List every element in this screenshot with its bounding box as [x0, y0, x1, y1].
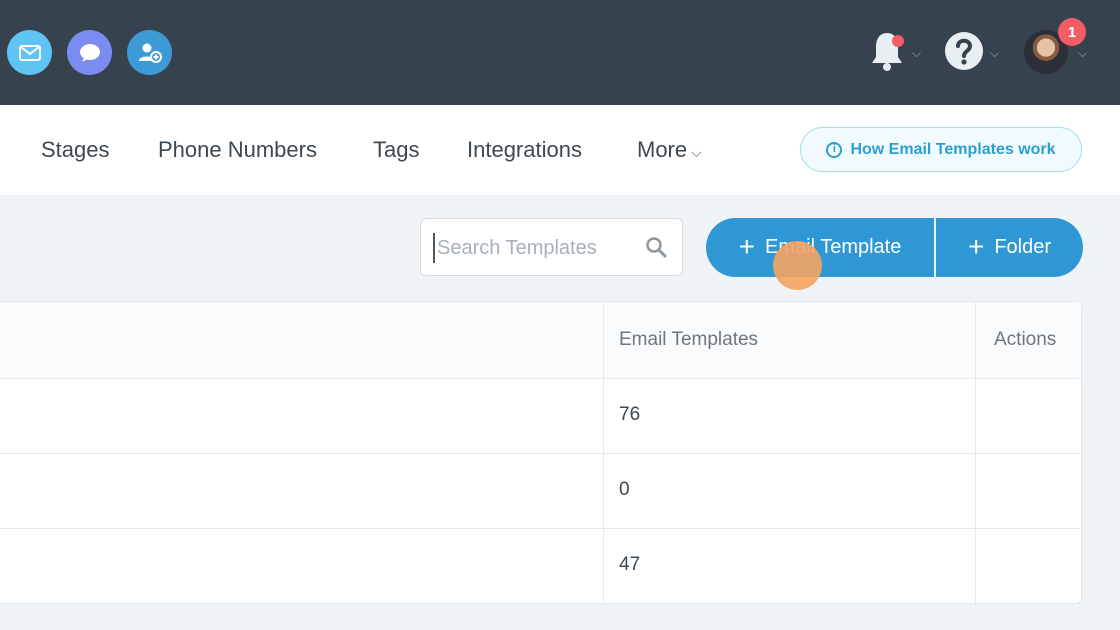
add-folder-button[interactable]: + Folder [936, 218, 1083, 277]
info-icon: i [826, 141, 843, 158]
nav-item-integrations[interactable]: Integrations [467, 137, 582, 163]
add-folder-label: Folder [994, 236, 1052, 258]
chevron-down-icon[interactable]: ⌵ [912, 46, 921, 61]
search-icon[interactable] [645, 236, 667, 258]
column-divider [603, 302, 604, 603]
chevron-down-icon[interactable]: ⌵ [1078, 46, 1087, 61]
nav-item-more-label: More [637, 137, 688, 162]
plus-icon: + [967, 230, 985, 262]
column-header-email-templates[interactable]: Email Templates [619, 329, 758, 351]
chevron-down-icon: ⌵ [691, 144, 702, 160]
email-templates-count: 0 [619, 479, 630, 500]
search-input[interactable] [433, 233, 639, 263]
avatar-badge: 1 [1058, 18, 1086, 46]
nav-item-more[interactable]: More ⌵ [637, 137, 702, 163]
table-row[interactable]: 47 [0, 528, 1081, 604]
nav-item-stages[interactable]: Stages [41, 137, 110, 163]
user-plus-icon[interactable] [127, 30, 172, 75]
column-header-actions: Actions [994, 329, 1057, 350]
notification-dot [892, 35, 904, 47]
chat-icon[interactable] [67, 30, 112, 75]
table-header: Email Templates Actions [0, 302, 1081, 379]
email-templates-count: 76 [619, 404, 641, 425]
nav-item-phone-numbers[interactable]: Phone Numbers [158, 137, 317, 163]
nav-item-tags[interactable]: Tags [373, 137, 419, 163]
email-templates-count: 47 [619, 554, 641, 575]
email-icon[interactable] [7, 30, 52, 75]
column-divider [975, 302, 976, 603]
how-templates-work-label: How Email Templates work [850, 140, 1056, 158]
table-row[interactable]: 76 [0, 378, 1081, 454]
how-templates-work-button[interactable]: i How Email Templates work [800, 127, 1082, 172]
table-row[interactable]: 0 [0, 453, 1081, 529]
folders-table: Email Templates Actions 76 0 47 [0, 301, 1082, 604]
search-box [420, 218, 683, 276]
plus-icon: + [738, 230, 755, 262]
top-bar: ⌵ ⌵ 1 ⌵ [0, 0, 1120, 105]
cursor-highlight [773, 241, 822, 290]
chevron-down-icon[interactable]: ⌵ [990, 46, 999, 61]
create-button-group: + Email Template + Folder [706, 218, 1083, 277]
question-icon[interactable] [943, 30, 985, 72]
